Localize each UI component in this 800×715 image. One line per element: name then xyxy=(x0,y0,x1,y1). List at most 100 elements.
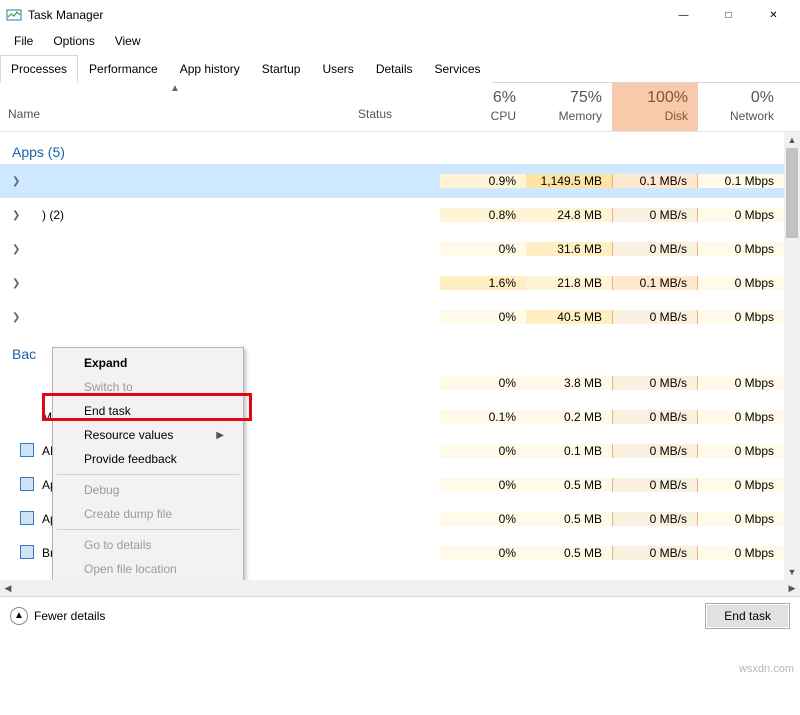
table-row[interactable]: ❯) (2)0.8%24.8 MB0 MB/s0 Mbps xyxy=(0,198,800,232)
cell-memory: 0.2 MB xyxy=(526,410,612,424)
process-icon xyxy=(20,511,36,527)
cell-cpu: 0% xyxy=(440,546,526,560)
context-menu-item: Switch to xyxy=(56,375,240,399)
table-row[interactable]: ❯1.6%21.8 MB0.1 MB/s0 Mbps xyxy=(0,266,800,300)
tab-processes[interactable]: Processes xyxy=(0,55,78,83)
cell-disk: 0 MB/s xyxy=(612,310,698,324)
context-menu-item: Open file location xyxy=(56,557,240,580)
cell-network: 0 Mbps xyxy=(698,208,784,222)
cell-disk: 0 MB/s xyxy=(612,410,698,424)
menu-view[interactable]: View xyxy=(105,32,151,50)
header-network[interactable]: 0% Network xyxy=(698,83,784,131)
cell-network: 0 Mbps xyxy=(698,410,784,424)
cell-cpu: 0.8% xyxy=(440,208,526,222)
cell-disk: 0 MB/s xyxy=(612,444,698,458)
chevron-right-icon[interactable]: ❯ xyxy=(8,278,20,289)
context-menu-item[interactable]: Expand xyxy=(56,351,240,375)
context-menu-item[interactable]: End task xyxy=(56,399,240,423)
process-icon xyxy=(20,545,36,561)
cell-cpu: 0.9% xyxy=(440,174,526,188)
cell-memory: 31.6 MB xyxy=(526,242,612,256)
chevron-up-icon: ▲ xyxy=(10,607,28,625)
header-status[interactable]: Status xyxy=(350,83,440,131)
minimize-button[interactable]: — xyxy=(661,0,706,30)
scroll-thumb[interactable] xyxy=(786,148,798,238)
header-name[interactable]: ▲ Name xyxy=(0,83,350,131)
scroll-up-icon[interactable]: ▲ xyxy=(784,132,800,148)
header-memory[interactable]: 75% Memory xyxy=(526,83,612,131)
cell-cpu: 0% xyxy=(440,444,526,458)
watermark: wsxdn.com xyxy=(739,663,794,675)
chevron-right-icon: ▶ xyxy=(216,430,224,441)
tab-users[interactable]: Users xyxy=(311,55,364,83)
tab-performance[interactable]: Performance xyxy=(78,55,169,83)
table-row[interactable]: ❯0.9%1,149.5 MB0.1 MB/s0.1 Mbps xyxy=(0,164,800,198)
process-icon xyxy=(20,241,36,257)
chevron-right-icon[interactable]: ❯ xyxy=(8,176,20,187)
tab-startup[interactable]: Startup xyxy=(251,55,312,83)
header-cpu[interactable]: 6% CPU xyxy=(440,83,526,131)
cell-memory: 3.8 MB xyxy=(526,376,612,390)
process-list: Apps (5)❯0.9%1,149.5 MB0.1 MB/s0.1 Mbps❯… xyxy=(0,132,800,580)
cell-cpu: 0% xyxy=(440,376,526,390)
table-row[interactable]: ❯ 0%31.6 MB0 MB/s0 Mbps xyxy=(0,232,800,266)
cell-memory: 40.5 MB xyxy=(526,310,612,324)
cell-memory: 24.8 MB xyxy=(526,208,612,222)
cell-network: 0.1 Mbps xyxy=(698,174,784,188)
menu-options[interactable]: Options xyxy=(43,32,104,50)
horizontal-scrollbar[interactable]: ◀ ▶ xyxy=(0,580,800,596)
maximize-button[interactable]: □ xyxy=(706,0,751,30)
cell-disk: 0.1 MB/s xyxy=(612,174,698,188)
task-manager-icon xyxy=(6,7,22,23)
cell-cpu: 0% xyxy=(440,242,526,256)
tab-details[interactable]: Details xyxy=(365,55,424,83)
sort-indicator-icon: ▲ xyxy=(170,83,180,94)
tab-strip: Processes Performance App history Startu… xyxy=(0,52,800,83)
chevron-right-icon[interactable]: ❯ xyxy=(8,312,20,323)
cell-disk: 0 MB/s xyxy=(612,512,698,526)
context-menu-item[interactable]: Provide feedback xyxy=(56,447,240,471)
scroll-right-icon[interactable]: ▶ xyxy=(784,580,800,596)
cell-disk: 0 MB/s xyxy=(612,546,698,560)
cell-network: 0 Mbps xyxy=(698,242,784,256)
chevron-right-icon[interactable]: ❯ xyxy=(8,210,20,221)
table-row[interactable]: ❯ 0%40.5 MB0 MB/s0 Mbps xyxy=(0,300,800,334)
cell-memory: 0.5 MB xyxy=(526,546,612,560)
process-icon xyxy=(20,477,36,493)
context-menu-item: Debug xyxy=(56,478,240,502)
process-icon xyxy=(20,207,36,223)
cell-network: 0 Mbps xyxy=(698,310,784,324)
cell-memory: 0.5 MB xyxy=(526,512,612,526)
menu-file[interactable]: File xyxy=(4,32,43,50)
cell-cpu: 0.1% xyxy=(440,410,526,424)
footer: ▲ Fewer details End task xyxy=(0,596,800,634)
vertical-scrollbar[interactable]: ▲ ▼ xyxy=(784,132,800,580)
tab-app-history[interactable]: App history xyxy=(169,55,251,83)
chevron-right-icon[interactable]: ❯ xyxy=(8,244,20,255)
header-disk[interactable]: 100% Disk xyxy=(612,83,698,131)
scroll-down-icon[interactable]: ▼ xyxy=(784,564,800,580)
context-menu-item: Create dump file xyxy=(56,502,240,526)
end-task-button[interactable]: End task xyxy=(705,603,790,629)
process-icon xyxy=(20,275,36,291)
process-icon xyxy=(20,173,36,189)
cell-memory: 0.1 MB xyxy=(526,444,612,458)
cell-cpu: 0% xyxy=(440,478,526,492)
cell-cpu: 0% xyxy=(440,310,526,324)
cell-disk: 0 MB/s xyxy=(612,376,698,390)
cell-network: 0 Mbps xyxy=(698,512,784,526)
cell-cpu: 1.6% xyxy=(440,276,526,290)
context-menu-item: Go to details xyxy=(56,533,240,557)
tab-services[interactable]: Services xyxy=(424,55,492,83)
cell-disk: 0 MB/s xyxy=(612,242,698,256)
process-name: ) (2) xyxy=(42,208,64,222)
context-menu-item[interactable]: Resource values▶ xyxy=(56,423,240,447)
cell-disk: 0.1 MB/s xyxy=(612,276,698,290)
cell-cpu: 0% xyxy=(440,512,526,526)
group-header: Apps (5) xyxy=(0,132,800,164)
close-button[interactable]: ✕ xyxy=(751,0,796,30)
cell-disk: 0 MB/s xyxy=(612,478,698,492)
scroll-left-icon[interactable]: ◀ xyxy=(0,580,16,596)
fewer-details-button[interactable]: ▲ Fewer details xyxy=(10,607,105,625)
cell-network: 0 Mbps xyxy=(698,376,784,390)
